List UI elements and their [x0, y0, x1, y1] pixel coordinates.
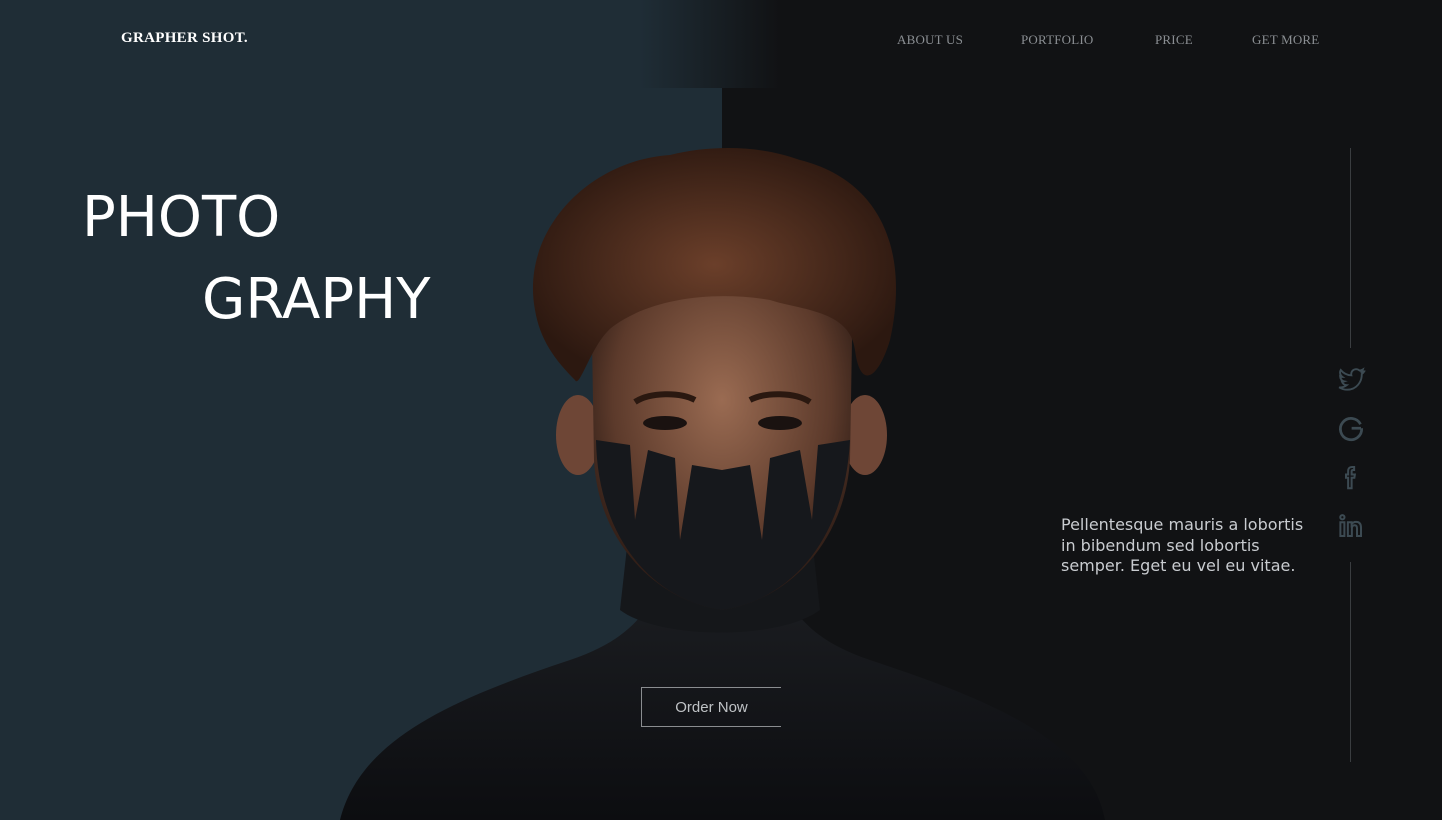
hero-title-line-2: GRAPHY	[202, 267, 431, 332]
social-divider-bottom	[1350, 562, 1351, 762]
nav-item-price[interactable]: PRICE	[1155, 32, 1193, 48]
hero-tagline: Pellentesque mauris a lobortis in bibend…	[1061, 515, 1304, 575]
twitter-icon[interactable]	[1336, 364, 1366, 394]
google-icon[interactable]	[1336, 413, 1366, 443]
facebook-icon[interactable]	[1336, 462, 1366, 492]
social-divider-top	[1350, 148, 1351, 348]
hero-title-line-1: PHOTO	[82, 185, 281, 250]
order-now-button[interactable]: Order Now	[641, 687, 781, 727]
main-nav: ABOUT US PORTFOLIO PRICE GET MORE	[0, 32, 1442, 52]
nav-item-get-more[interactable]: GET MORE	[1252, 32, 1319, 48]
linkedin-icon[interactable]	[1336, 511, 1366, 541]
nav-item-about-us[interactable]: ABOUT US	[897, 32, 963, 48]
nav-item-portfolio[interactable]: PORTFOLIO	[1021, 32, 1094, 48]
